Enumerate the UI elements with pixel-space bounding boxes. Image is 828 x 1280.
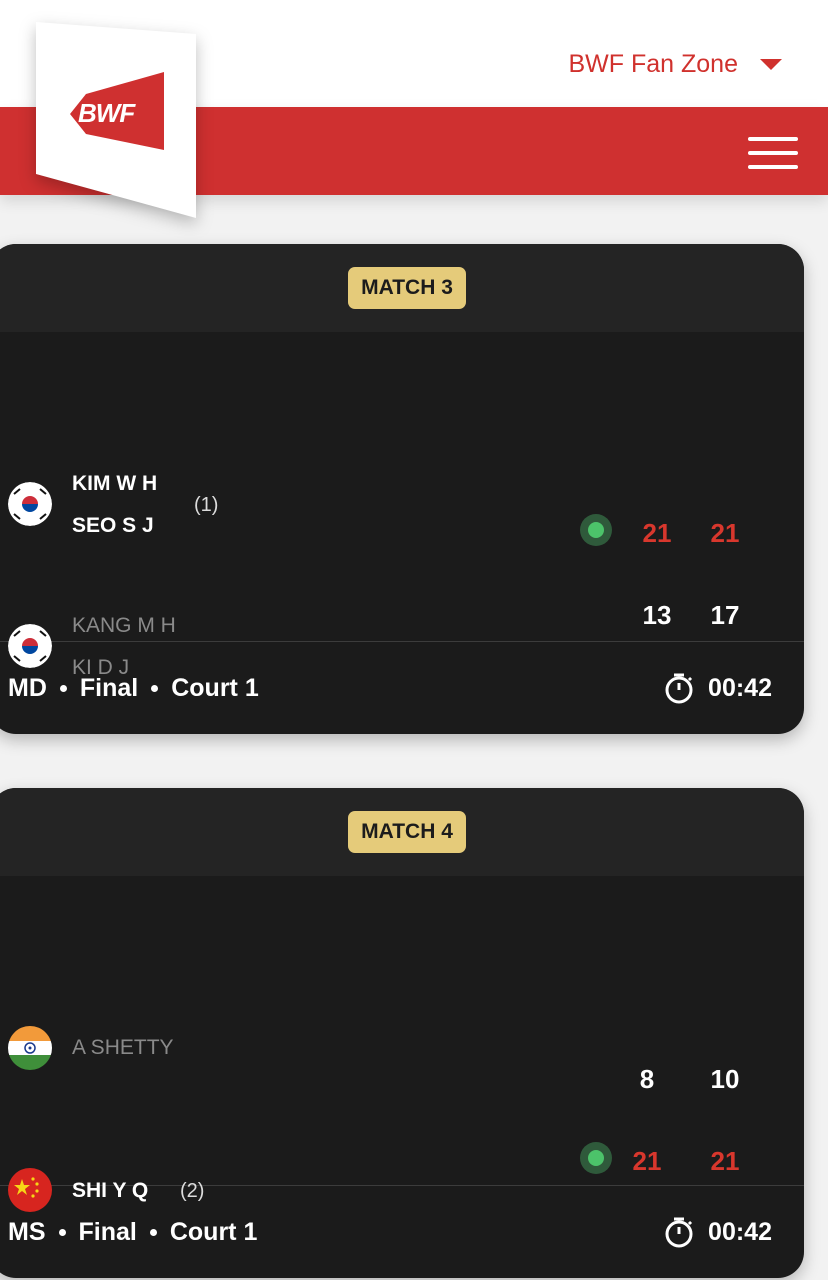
score-game-2: 17 [710, 600, 740, 630]
match-info: MD Final Court 1 [8, 674, 259, 703]
china-flag-icon [8, 1168, 52, 1212]
player-name: A SHETTY [72, 1036, 174, 1059]
score-game-2: 21 [710, 1146, 740, 1176]
match-card-header: MATCH 3 [0, 244, 804, 332]
player-name: KIM W H [72, 472, 158, 495]
stopwatch-icon [665, 673, 693, 704]
match-card[interactable]: MATCH 4 A SHETTY SHI Y Q (2) 8 10 21 21 … [0, 788, 804, 1278]
match-card[interactable]: MATCH 3 KIM W H SEO S J (1) KANG M H KI … [0, 244, 804, 734]
score-game-1: 21 [632, 1146, 662, 1176]
menu-icon[interactable] [748, 137, 798, 169]
player-name: SHI Y Q [72, 1179, 149, 1202]
court-label: Court 1 [171, 673, 259, 702]
korea-flag-icon [8, 624, 52, 668]
caret-down-icon [760, 59, 782, 70]
seed-label: (1) [194, 494, 219, 516]
score-game-2: 21 [710, 518, 740, 548]
court-label: Court 1 [169, 1217, 258, 1246]
bwf-logo[interactable]: BWF [36, 22, 196, 218]
match-duration: 00:42 [664, 672, 772, 704]
match-card-header: MATCH 4 [0, 788, 804, 876]
player-name: KI D J [72, 656, 130, 679]
stopwatch-icon [665, 1217, 693, 1248]
match-scoreboard: KIM W H SEO S J (1) KANG M H KI D J 21 2… [0, 332, 804, 679]
india-flag-icon [8, 1026, 52, 1070]
live-indicator-icon [580, 514, 612, 546]
player-name: KANG M H [72, 614, 176, 637]
seed-label: (2) [180, 1180, 205, 1202]
score-game-2: 10 [710, 1064, 740, 1094]
fan-zone-dropdown[interactable]: BWF Fan Zone [568, 50, 782, 79]
score-game-1: 8 [639, 1064, 655, 1094]
duration-label: 00:42 [708, 1217, 772, 1246]
match-duration: 00:42 [664, 1216, 772, 1248]
score-game-1: 13 [642, 600, 672, 630]
match-badge: MATCH 3 [348, 267, 466, 309]
match-scoreboard: A SHETTY SHI Y Q (2) 8 10 21 21 [0, 876, 804, 1212]
fan-zone-label: BWF Fan Zone [568, 50, 739, 78]
event-label: MD [8, 673, 47, 702]
logo-text: BWF [78, 98, 136, 128]
match-badge: MATCH 4 [348, 811, 466, 853]
player-name: SEO S J [72, 514, 154, 537]
score-game-1: 21 [642, 518, 672, 548]
duration-label: 00:42 [708, 673, 772, 702]
korea-flag-icon [8, 482, 52, 526]
round-label: Final [78, 1217, 137, 1246]
live-indicator-icon [580, 1142, 612, 1174]
match-info: MS Final Court 1 [8, 1218, 257, 1247]
event-label: MS [8, 1217, 46, 1246]
